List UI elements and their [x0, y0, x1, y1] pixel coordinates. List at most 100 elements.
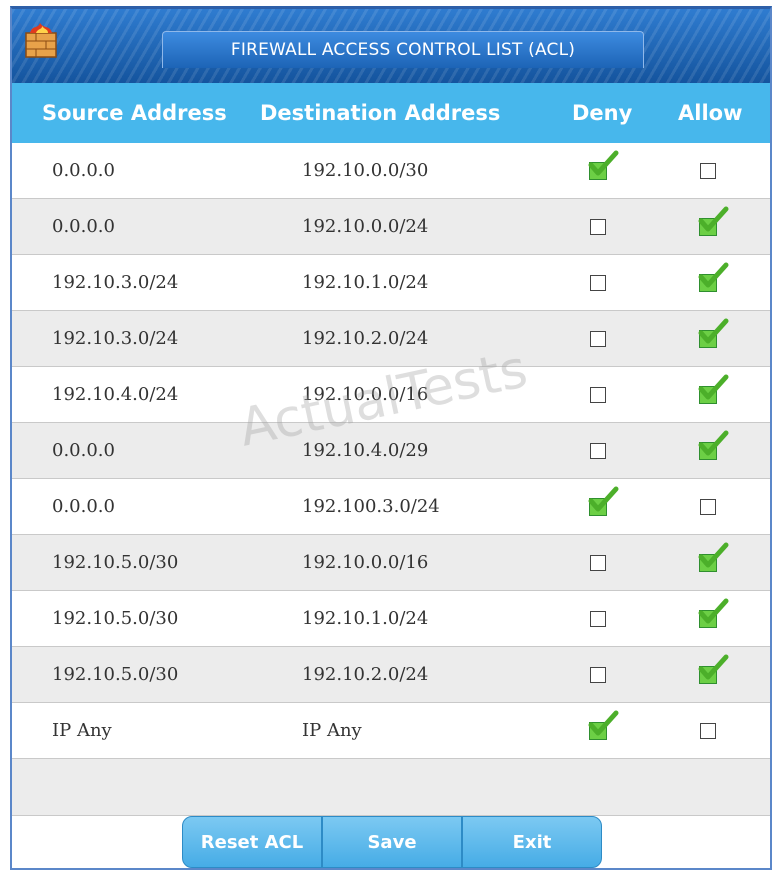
destination-address-cell: 192.10.0.0/16 — [302, 552, 429, 573]
allow-checkbox-cell — [678, 143, 738, 198]
source-address-cell: 192.10.4.0/24 — [52, 384, 179, 405]
window-title: FIREWALL ACCESS CONTROL LIST (ACL) — [230, 40, 576, 60]
allow-checkbox-cell — [678, 535, 738, 590]
button-bar: Reset ACL Save Exit — [12, 816, 770, 868]
allow-checkbox-cell — [678, 199, 738, 254]
destination-address-cell: 192.10.4.0/29 — [302, 440, 429, 461]
deny-checkbox[interactable] — [590, 330, 606, 347]
allow-checkbox[interactable] — [698, 374, 729, 404]
firewall-icon — [25, 23, 57, 58]
allow-checkbox-cell — [678, 703, 738, 758]
exit-button[interactable]: Exit — [462, 816, 602, 868]
table-row: 192.10.5.0/30 192.10.2.0/24 — [12, 647, 770, 703]
source-address-cell: 192.10.5.0/30 — [52, 608, 179, 629]
deny-checkbox[interactable] — [590, 218, 606, 235]
allow-checkbox[interactable] — [698, 262, 729, 292]
table-row: 0.0.0.0 192.10.0.0/24 — [12, 199, 770, 255]
header-source-address: Source Address — [42, 101, 227, 125]
destination-address-cell: 192.10.1.0/24 — [302, 272, 429, 293]
deny-checkbox-cell — [568, 423, 628, 478]
allow-checkbox[interactable] — [700, 162, 716, 179]
green-checkmark-icon — [698, 430, 729, 455]
destination-address-cell: 192.100.3.0/24 — [302, 496, 440, 517]
allow-checkbox-cell — [678, 311, 738, 366]
green-checkmark-icon — [698, 318, 729, 343]
table-row: 0.0.0.0 192.10.4.0/29 — [12, 423, 770, 479]
destination-address-cell: 192.10.2.0/24 — [302, 328, 429, 349]
green-checkmark-icon — [698, 542, 729, 567]
deny-checkbox-cell — [568, 703, 628, 758]
deny-checkbox-cell — [568, 255, 628, 310]
deny-checkbox[interactable] — [588, 710, 619, 740]
deny-checkbox[interactable] — [590, 666, 606, 683]
source-address-cell: 192.10.3.0/24 — [52, 272, 179, 293]
allow-checkbox-cell — [678, 479, 738, 534]
deny-checkbox[interactable] — [590, 442, 606, 459]
green-checkmark-icon — [698, 206, 729, 231]
deny-checkbox-cell — [568, 479, 628, 534]
deny-checkbox-cell — [568, 199, 628, 254]
title-tab: FIREWALL ACCESS CONTROL LIST (ACL) — [162, 31, 644, 68]
empty-table-row — [12, 759, 770, 816]
allow-checkbox[interactable] — [700, 722, 716, 739]
source-address-cell: 192.10.3.0/24 — [52, 328, 179, 349]
destination-address-cell: 192.10.0.0/24 — [302, 216, 429, 237]
table-row: 192.10.3.0/24 192.10.1.0/24 — [12, 255, 770, 311]
deny-checkbox[interactable] — [590, 554, 606, 571]
green-checkmark-icon — [588, 710, 619, 735]
deny-checkbox[interactable] — [588, 150, 619, 180]
allow-checkbox-cell — [678, 591, 738, 646]
allow-checkbox[interactable] — [698, 318, 729, 348]
deny-checkbox[interactable] — [590, 274, 606, 291]
green-checkmark-icon — [698, 598, 729, 623]
allow-checkbox[interactable] — [698, 206, 729, 236]
source-address-cell: 0.0.0.0 — [52, 440, 115, 461]
green-checkmark-icon — [698, 654, 729, 679]
title-bar: FIREWALL ACCESS CONTROL LIST (ACL) — [12, 9, 770, 83]
deny-checkbox[interactable] — [588, 486, 619, 516]
green-checkmark-icon — [698, 374, 729, 399]
allow-checkbox[interactable] — [698, 598, 729, 628]
deny-checkbox-cell — [568, 143, 628, 198]
deny-checkbox-cell — [568, 367, 628, 422]
deny-checkbox-cell — [568, 535, 628, 590]
table-row: 192.10.4.0/24 192.10.0.0/16 — [12, 367, 770, 423]
deny-checkbox-cell — [568, 311, 628, 366]
allow-checkbox[interactable] — [698, 542, 729, 572]
destination-address-cell: 192.10.2.0/24 — [302, 664, 429, 685]
deny-checkbox-cell — [568, 591, 628, 646]
deny-checkbox[interactable] — [590, 610, 606, 627]
header-deny: Deny — [572, 101, 633, 125]
table-row: 192.10.5.0/30 192.10.0.0/16 — [12, 535, 770, 591]
source-address-cell: 192.10.5.0/30 — [52, 664, 179, 685]
allow-checkbox[interactable] — [700, 498, 716, 515]
allow-checkbox-cell — [678, 423, 738, 478]
table-header: Source Address Destination Address Deny … — [12, 83, 770, 143]
save-button[interactable]: Save — [322, 816, 462, 868]
reset-acl-button[interactable]: Reset ACL — [182, 816, 322, 868]
deny-checkbox[interactable] — [590, 386, 606, 403]
header-allow: Allow — [678, 101, 743, 125]
green-checkmark-icon — [588, 486, 619, 511]
allow-checkbox-cell — [678, 647, 738, 702]
acl-window: FIREWALL ACCESS CONTROL LIST (ACL) Sourc… — [10, 6, 772, 870]
destination-address-cell: 192.10.1.0/24 — [302, 608, 429, 629]
header-destination-address: Destination Address — [260, 101, 501, 125]
table-row: 192.10.3.0/24 192.10.2.0/24 — [12, 311, 770, 367]
allow-checkbox-cell — [678, 255, 738, 310]
source-address-cell: 0.0.0.0 — [52, 216, 115, 237]
allow-checkbox[interactable] — [698, 430, 729, 460]
table-row: IP Any IP Any — [12, 703, 770, 759]
source-address-cell: IP Any — [52, 720, 112, 741]
destination-address-cell: IP Any — [302, 720, 362, 741]
green-checkmark-icon — [588, 150, 619, 175]
destination-address-cell: 192.10.0.0/16 — [302, 384, 429, 405]
acl-rule-list: 0.0.0.0 192.10.0.0/30 0.0.0.0 192.10.0.0/24… — [12, 143, 770, 759]
green-checkmark-icon — [698, 262, 729, 287]
table-row: 0.0.0.0 192.100.3.0/24 — [12, 479, 770, 535]
source-address-cell: 0.0.0.0 — [52, 496, 115, 517]
allow-checkbox-cell — [678, 367, 738, 422]
allow-checkbox[interactable] — [698, 654, 729, 684]
table-row: 192.10.5.0/30 192.10.1.0/24 — [12, 591, 770, 647]
table-row: 0.0.0.0 192.10.0.0/30 — [12, 143, 770, 199]
